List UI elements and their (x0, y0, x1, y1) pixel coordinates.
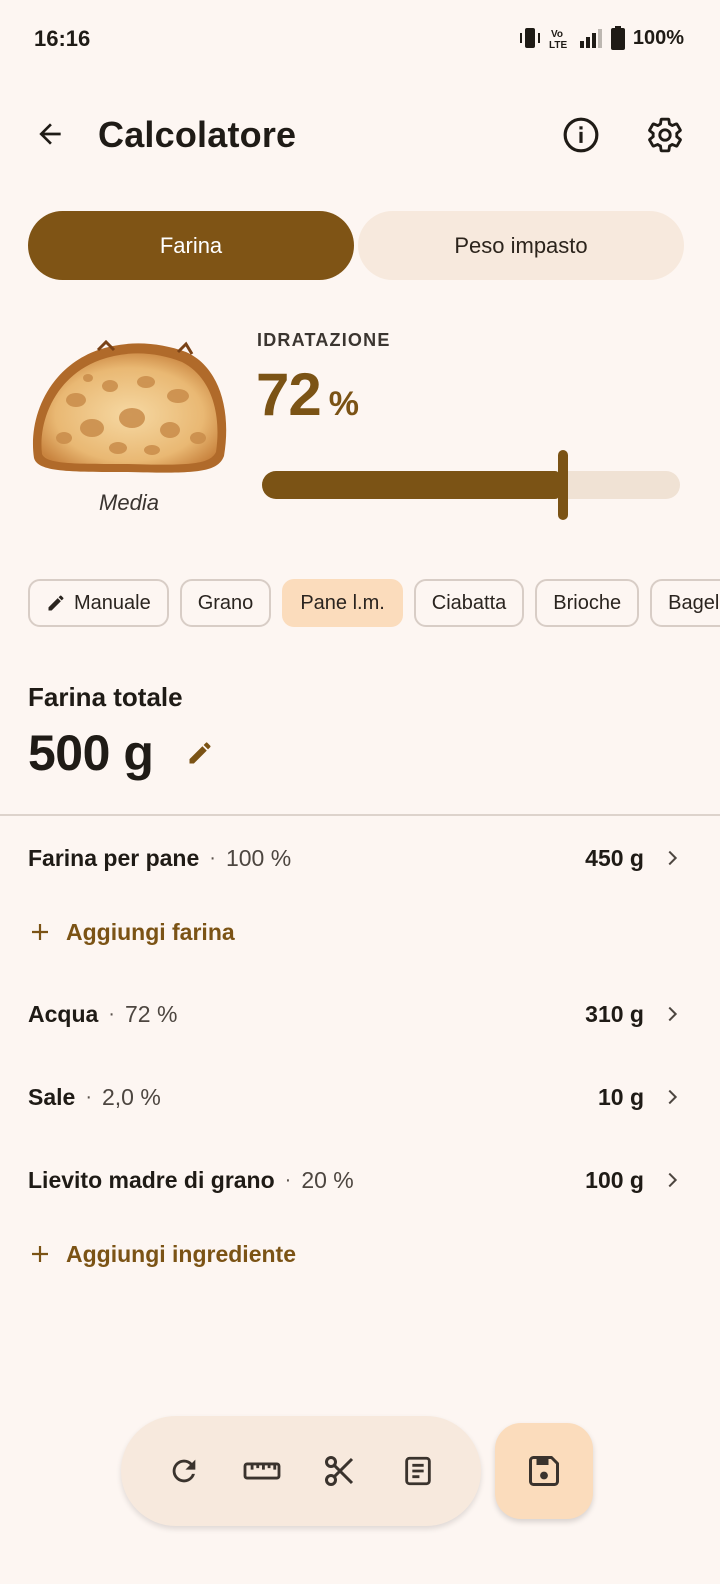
separator-dot: · (209, 846, 216, 869)
ingredient-row[interactable]: Sale · 2,0 % 10 g (28, 1077, 684, 1117)
tab-farina[interactable]: Farina (28, 211, 354, 280)
chip-brioche[interactable]: Brioche (535, 579, 640, 627)
separator-dot: · (284, 1168, 292, 1191)
battery-icon (610, 26, 625, 50)
back-button[interactable] (28, 112, 72, 156)
ingredient-name: Sale (28, 1083, 76, 1110)
status-time: 16:16 (34, 26, 91, 51)
chip-label: Ciabatta (431, 591, 507, 614)
ingredient-percent: 72 % (124, 1000, 178, 1027)
separator-dot: · (108, 1002, 115, 1025)
ingredient-amount: 310 g (585, 1000, 644, 1027)
chip-label: Bagel (668, 591, 720, 614)
ingredient-percent: 2,0 % (102, 1083, 161, 1110)
edit-flour-total-button[interactable] (184, 737, 216, 769)
info-button[interactable] (558, 112, 604, 158)
svg-text:LTE: LTE (549, 40, 567, 50)
plus-icon (32, 924, 48, 940)
tab-peso-impasto[interactable]: Peso impasto (358, 211, 684, 280)
vibrate-icon (519, 26, 541, 50)
ingredient-amount: 450 g (585, 844, 644, 871)
hydration-number: 72 (256, 361, 322, 428)
ingredient-amount: 10 g (597, 1083, 644, 1110)
chip-ciabatta[interactable]: Ciabatta (413, 579, 525, 627)
ingredient-percent: 20 % (301, 1166, 354, 1193)
bread-illustration (28, 338, 230, 476)
hydration-unit: % (328, 385, 359, 423)
chip-label: Brioche (553, 591, 622, 614)
hydration-caption: IDRATAZIONE (257, 330, 391, 350)
chip-grano[interactable]: Grano (179, 579, 272, 627)
chevron-right-icon (660, 1168, 684, 1192)
status-icons: Vo LTE 100% (519, 26, 684, 50)
hydration-slider-fill (262, 471, 559, 499)
signal-icon (579, 27, 603, 49)
cut-button[interactable] (315, 1446, 365, 1496)
ingredient-percent: 100 % (225, 844, 292, 871)
arrow-back-icon (39, 123, 61, 145)
flour-row[interactable]: Farina per pane · 100 % 450 g (28, 838, 684, 878)
chip-pane-lm[interactable]: Pane l.m. (282, 579, 403, 627)
ingredient-amount: 100 g (585, 1166, 644, 1193)
chip-label: Pane l.m. (300, 591, 385, 614)
hydration-slider-thumb[interactable] (557, 450, 568, 520)
chip-bagel[interactable]: Bagel (650, 579, 720, 627)
divider (0, 814, 720, 816)
reset-button[interactable] (159, 1446, 209, 1496)
add-flour-label: Aggiungi farina (66, 918, 235, 945)
chip-label: Manuale (74, 591, 151, 614)
ingredient-name: Lievito madre di grano (28, 1166, 275, 1193)
save-icon (529, 1456, 559, 1486)
volte-icon: Vo LTE (549, 26, 571, 50)
chevron-right-icon (660, 1085, 684, 1109)
flour-total-label: Farina totale (28, 682, 183, 712)
separator-dot: · (85, 1085, 92, 1108)
info-icon (563, 117, 599, 153)
bottom-toolbar (121, 1416, 481, 1526)
ingredient-name: Acqua (28, 1000, 99, 1027)
svg-text:Vo: Vo (551, 29, 563, 40)
chevron-right-icon (660, 1002, 684, 1026)
save-button[interactable] (495, 1423, 593, 1519)
page-title: Calcolatore (98, 114, 297, 155)
settings-button[interactable] (642, 112, 688, 158)
add-flour-button[interactable]: Aggiungi farina (28, 912, 235, 952)
battery-percent: 100% (632, 26, 684, 49)
units-button[interactable] (237, 1446, 287, 1496)
scissors-icon (325, 1456, 354, 1486)
refresh-icon (172, 1459, 196, 1483)
preset-chips: Manuale Grano Pane l.m. Ciabatta Brioche… (28, 579, 720, 627)
ingredient-name: Farina per pane (28, 844, 200, 871)
pencil-icon (189, 742, 211, 764)
pencil-icon (48, 595, 64, 611)
gear-icon (648, 117, 682, 153)
flour-total-value: 500 g (28, 725, 154, 781)
chip-manuale[interactable]: Manuale (28, 579, 169, 627)
plus-icon (32, 1246, 48, 1262)
chevron-right-icon (660, 846, 684, 870)
hydration-level-label: Media (99, 490, 159, 515)
notes-icon (405, 1456, 431, 1486)
ingredient-row[interactable]: Acqua · 72 % 310 g (28, 994, 684, 1034)
add-ingredient-label: Aggiungi ingrediente (66, 1240, 296, 1267)
notes-button[interactable] (393, 1446, 443, 1496)
hydration-value: 72 % (256, 360, 359, 429)
add-ingredient-button[interactable]: Aggiungi ingrediente (28, 1234, 296, 1274)
ingredient-row[interactable]: Lievito madre di grano · 20 % 100 g (28, 1160, 684, 1200)
chip-label: Grano (197, 591, 254, 614)
ruler-icon (243, 1462, 281, 1480)
